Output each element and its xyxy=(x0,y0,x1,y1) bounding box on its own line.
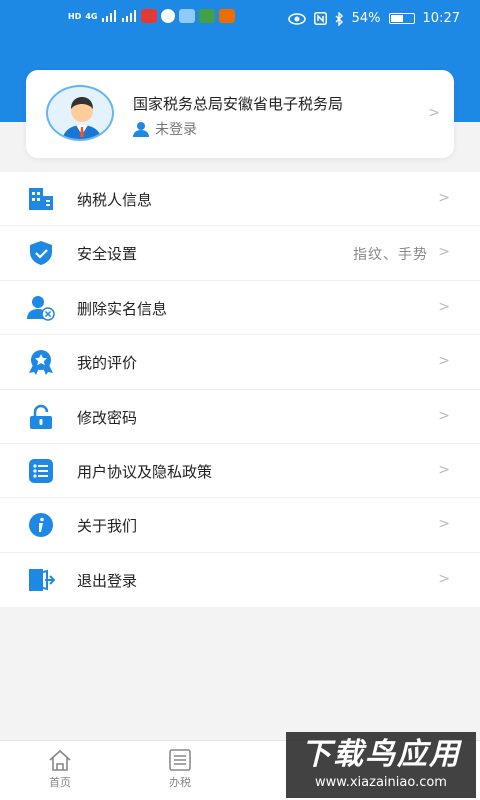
chat-notification-icon xyxy=(161,9,176,23)
watermark-logo: 下载鸟应用 www.xiazainiao.com xyxy=(286,732,476,798)
menu-item-my-reviews[interactable]: 我的评价 > xyxy=(0,335,480,390)
menu-item-taxpayer-info[interactable]: 纳税人信息 > xyxy=(0,172,480,227)
menu-item-logout[interactable]: 退出登录 > xyxy=(0,553,480,607)
user-remove-icon xyxy=(27,295,55,321)
login-status[interactable]: 未登录 xyxy=(133,119,197,139)
chevron-right-icon: > xyxy=(438,190,450,206)
clock: 10:27 xyxy=(422,11,460,26)
jobs-notification-icon xyxy=(219,9,236,23)
menu-item-user-agreement[interactable]: 用户协议及隐私政策 > xyxy=(0,444,480,499)
signal-hd-label: HD xyxy=(68,11,82,21)
logout-icon xyxy=(29,568,55,591)
menu-item-label: 删除实名信息 xyxy=(77,299,168,318)
organization-name: 国家税务总局安徽省电子税务局 xyxy=(133,95,344,113)
login-status-label: 未登录 xyxy=(155,122,197,138)
eye-icon xyxy=(287,12,306,25)
chevron-right-icon: > xyxy=(438,244,450,261)
message-notification-icon xyxy=(179,9,196,23)
menu-item-label: 用户协议及隐私政策 xyxy=(77,462,213,481)
menu-item-change-password[interactable]: 修改密码 > xyxy=(0,390,480,444)
chevron-right-icon: > xyxy=(438,407,450,424)
tab-tax[interactable]: 办税 xyxy=(150,749,210,790)
list-icon xyxy=(29,458,53,483)
chevron-right-icon: > xyxy=(438,353,450,370)
battery-icon xyxy=(388,13,415,24)
settings-menu: 纳税人信息 > 安全设置 指纹、手势 > 删除实名信息 > 我的评价 > 修改密… xyxy=(0,172,480,608)
menu-item-value: 指纹、手势 xyxy=(353,247,428,264)
store-notification-icon xyxy=(199,9,216,23)
chevron-right-icon: > xyxy=(428,105,440,121)
app-notification-icon xyxy=(141,9,158,23)
menu-item-label: 纳税人信息 xyxy=(77,191,153,209)
profile-card[interactable]: 国家税务总局安徽省电子税务局 未登录 > xyxy=(26,70,454,158)
shield-check-icon xyxy=(30,241,52,266)
user-avatar-icon xyxy=(62,97,102,139)
chevron-right-icon: > xyxy=(438,570,450,587)
building-icon xyxy=(29,188,53,210)
chevron-right-icon: > xyxy=(438,298,450,315)
menu-item-label: 安全设置 xyxy=(77,245,138,264)
user-icon xyxy=(133,122,149,137)
avatar xyxy=(46,85,114,141)
signal-icon-2 xyxy=(122,10,137,22)
unlock-icon xyxy=(30,404,52,429)
home-icon xyxy=(49,749,71,771)
nfc-icon xyxy=(313,12,327,25)
star-badge-icon xyxy=(29,350,53,376)
tab-label: 办税 xyxy=(169,776,191,789)
status-bar: HD 4G 54% 10:27 xyxy=(0,0,480,40)
bluetooth-icon xyxy=(335,11,343,26)
chevron-right-icon: > xyxy=(438,516,450,533)
menu-item-label: 退出登录 xyxy=(77,571,138,590)
menu-item-delete-realname[interactable]: 删除实名信息 > xyxy=(0,281,480,336)
chevron-right-icon: > xyxy=(438,461,450,478)
menu-item-security-settings[interactable]: 安全设置 指纹、手势 > xyxy=(0,226,480,281)
menu-item-label: 修改密码 xyxy=(77,408,138,427)
menu-item-about-us[interactable]: 关于我们 > xyxy=(0,498,480,553)
network-type-label: 4G xyxy=(85,11,98,21)
watermark-main: 下载鸟应用 xyxy=(301,737,461,772)
tab-label: 首页 xyxy=(49,776,71,789)
tab-home[interactable]: 首页 xyxy=(30,749,90,790)
menu-item-label: 关于我们 xyxy=(77,517,138,536)
signal-icon xyxy=(102,10,117,22)
info-icon xyxy=(29,513,53,538)
watermark-url: www.xiazainiao.com xyxy=(315,775,447,790)
battery-percent: 54% xyxy=(351,11,381,26)
menu-item-label: 我的评价 xyxy=(77,354,138,373)
tax-list-icon xyxy=(169,749,191,771)
